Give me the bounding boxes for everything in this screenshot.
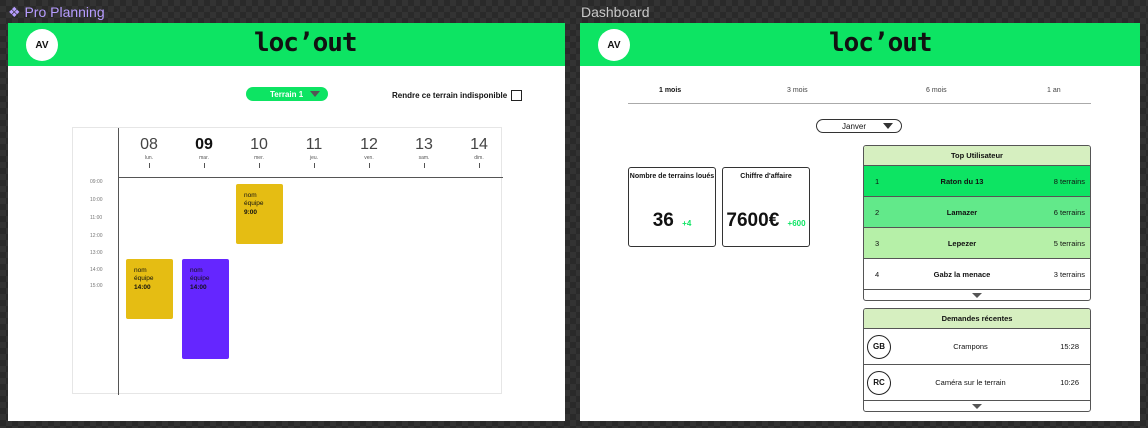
event-card[interactable]: nom équipe 9:00 <box>236 184 283 244</box>
hour-label: 12:00 <box>90 233 103 239</box>
day-column-header[interactable]: 10 mer. <box>239 136 279 168</box>
recent-requests-panel: Demandes récentes GB Crampons 15:28 RC C… <box>863 308 1091 412</box>
stat-title: Nombre de terrains loués <box>629 173 715 180</box>
avatar: RC <box>867 370 891 395</box>
day-column-header[interactable]: 13 sam. <box>404 136 444 168</box>
panel-title: Top Utilisateur <box>864 146 1090 166</box>
hours-divider <box>118 128 119 395</box>
hour-label: 09:00 <box>90 179 103 185</box>
tab-6-months[interactable]: 6 mois <box>926 87 947 94</box>
avatar: GB <box>867 334 891 359</box>
hour-label: 11:00 <box>90 215 103 221</box>
app-header: AV loc’out <box>580 23 1140 66</box>
hour-label: 15:00 <box>90 283 103 289</box>
expand-top-users-button[interactable] <box>864 290 1090 300</box>
unavailable-checkbox[interactable] <box>511 90 522 101</box>
list-item[interactable]: GB Crampons 15:28 <box>864 329 1090 365</box>
chevron-down-icon <box>972 292 982 298</box>
frame-label-planning[interactable]: ❖ Pro Planning <box>8 4 105 21</box>
terrain-select[interactable]: Terrain 1 <box>246 87 328 101</box>
stat-delta: +600 <box>787 219 806 228</box>
tab-1-year[interactable]: 1 an <box>1047 87 1061 94</box>
tabs-underline <box>628 103 1091 104</box>
tab-1-month[interactable]: 1 mois <box>659 87 681 94</box>
terrain-select-value: Terrain 1 <box>270 89 304 99</box>
hour-label: 10:00 <box>90 197 103 203</box>
list-item[interactable]: 4 Gabz la menace 3 terrains <box>864 259 1090 290</box>
list-item[interactable]: 2 Lamazer 6 terrains <box>864 197 1090 228</box>
unavailable-label: Rendre ce terrain indisponible <box>392 91 508 100</box>
list-item[interactable]: 3 Lepezer 5 terrains <box>864 228 1090 259</box>
logo[interactable]: loc’out <box>254 28 358 58</box>
planning-frame: AV loc’out Terrain 1 Rendre ce terrain i… <box>8 23 565 421</box>
day-column-header-today[interactable]: 09 mar. <box>184 136 224 168</box>
hour-label: 14:00 <box>90 267 103 273</box>
stat-value: 36 <box>652 210 674 231</box>
month-select-value: Janver <box>842 121 867 131</box>
day-column-header[interactable]: 14 dim. <box>459 136 499 168</box>
tab-3-months[interactable]: 3 mois <box>787 87 808 94</box>
list-item[interactable]: RC Caméra sur le terrain 10:26 <box>864 365 1090 401</box>
expand-requests-button[interactable] <box>864 401 1090 411</box>
day-column-header[interactable]: 08 lun. <box>129 136 169 168</box>
component-icon: ❖ <box>8 4 21 20</box>
event-card[interactable]: nom équipe 14:00 <box>126 259 173 319</box>
day-column-header[interactable]: 11 jeu. <box>294 136 334 168</box>
stat-value: 7600€ <box>726 210 780 231</box>
dashboard-frame: AV loc’out 1 mois 3 mois 6 mois 1 an Jan… <box>580 23 1140 421</box>
stat-card-rentals: Nombre de terrains loués 36 +4 <box>628 167 716 247</box>
hour-label: 13:00 <box>90 250 103 256</box>
avatar[interactable]: AV <box>26 29 58 61</box>
chevron-down-icon <box>310 91 320 97</box>
frame-label-dashboard[interactable]: Dashboard <box>581 4 650 20</box>
stat-title: Chiffre d'affaire <box>740 173 792 180</box>
list-item[interactable]: 1 Raton du 13 8 terrains <box>864 166 1090 197</box>
event-card[interactable]: nom équipe 14:00 <box>182 259 229 359</box>
header-divider <box>118 177 503 178</box>
week-calendar: 08 lun. 09 mar. 10 mer. 11 jeu. 12 ven. … <box>72 127 503 395</box>
chevron-down-icon <box>972 403 982 409</box>
logo[interactable]: loc’out <box>829 28 933 58</box>
stat-delta: +4 <box>682 219 692 228</box>
chevron-down-icon <box>883 123 893 129</box>
day-column-header[interactable]: 12 ven. <box>349 136 389 168</box>
panel-title: Demandes récentes <box>864 309 1090 329</box>
app-header: AV loc’out <box>8 23 565 66</box>
top-users-panel: Top Utilisateur 1 Raton du 13 8 terrains… <box>863 145 1091 301</box>
stat-card-revenue: Chiffre d'affaire 7600€ +600 <box>722 167 810 247</box>
month-select[interactable]: Janver <box>816 119 902 133</box>
avatar[interactable]: AV <box>598 29 630 61</box>
